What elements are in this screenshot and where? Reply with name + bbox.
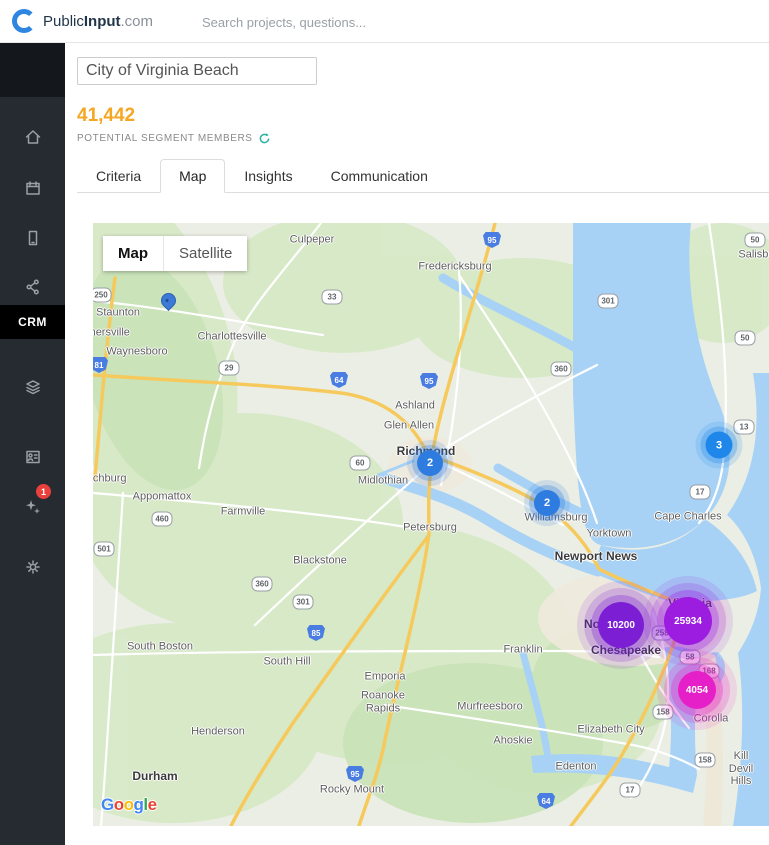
us-route-shield: 50: [735, 331, 756, 346]
us-route-shield: 301: [598, 294, 619, 309]
map-city-label: Yorktown: [587, 528, 632, 541]
tab-criteria[interactable]: Criteria: [77, 159, 160, 193]
segment-count-label: POTENTIAL SEGMENT MEMBERS: [77, 133, 253, 144]
sidebar-item-device[interactable]: [0, 221, 65, 255]
map-city-label: Durham: [132, 770, 177, 784]
tab-insights[interactable]: Insights: [225, 159, 311, 193]
calendar-icon: [24, 179, 42, 197]
map-city-label: shersville: [93, 327, 130, 340]
sidebar-top-block: [0, 42, 65, 97]
map-city-label: Edenton: [556, 761, 597, 774]
map-city-label: Rocky Mount: [320, 784, 384, 797]
map-city-label: Waynesboro: [106, 346, 167, 359]
map-cluster-marker[interactable]: 25934: [664, 597, 712, 645]
map-city-label: Cape Charles: [654, 511, 721, 524]
sidebar-item-crm[interactable]: CRM: [0, 305, 65, 339]
map-city-label: Franklin: [503, 644, 542, 657]
segment-count-label-row: POTENTIAL SEGMENT MEMBERS: [77, 132, 271, 145]
collection-icon: [24, 378, 42, 396]
sparkles-icon: [24, 498, 42, 516]
map-city-label: Appomattox: [133, 491, 192, 504]
map-city-label: South Hill: [263, 656, 310, 669]
app-root: PublicInput.com CRM 1 41,442 POTENTIAL SE…: [0, 0, 769, 845]
map-city-label: Fredericksburg: [418, 261, 491, 274]
gear-icon: [24, 558, 42, 576]
sidebar-item-sparkles[interactable]: 1: [0, 490, 65, 524]
map-city-label: Midlothian: [358, 475, 408, 488]
map-city-label: Ashland: [395, 400, 435, 413]
device-icon: [24, 229, 42, 247]
tab-communication[interactable]: Communication: [312, 159, 447, 193]
us-route-shield: 17: [690, 485, 711, 500]
us-route-shield: 58: [680, 650, 701, 665]
us-route-shield: 301: [293, 595, 314, 610]
map-city-label: Henderson: [191, 726, 245, 739]
map-city-label: Murfreesboro: [457, 701, 522, 714]
publicinput-logo-icon: [12, 9, 36, 33]
map-cluster-marker[interactable]: 3: [706, 432, 733, 459]
map-city-label: Culpeper: [290, 234, 335, 247]
satellite-view-button[interactable]: Satellite: [163, 236, 247, 271]
top-header: PublicInput.com: [0, 0, 769, 43]
map-city-label: Roanoke Rapids: [361, 689, 405, 714]
tab-bar: CriteriaMapInsightsCommunication: [77, 158, 769, 193]
us-route-shield: 360: [551, 362, 572, 377]
map-city-label: Staunton: [96, 307, 140, 320]
us-route-shield: 360: [252, 577, 273, 592]
map-city-label: Salisbury: [738, 249, 769, 262]
map-city-label: Glen Allen: [384, 420, 434, 433]
sidebar-item-collection[interactable]: [0, 370, 65, 404]
sidebar: CRM 1: [0, 42, 65, 845]
us-route-shield: 250: [93, 288, 112, 303]
map-city-label: Elizabeth City: [577, 724, 644, 737]
map-city-label: Ahoskie: [493, 735, 532, 748]
tab-map[interactable]: Map: [160, 159, 225, 193]
share-icon: [24, 278, 42, 296]
sidebar-item-calendar[interactable]: [0, 171, 65, 205]
us-route-shield: 158: [653, 705, 674, 720]
map-city-label: South Boston: [127, 641, 193, 654]
map-city-label: Blackstone: [293, 555, 347, 568]
google-logo[interactable]: Google: [101, 795, 157, 815]
map-cluster-marker[interactable]: 2: [534, 490, 560, 516]
publicinput-logo[interactable]: PublicInput.com: [12, 9, 153, 33]
us-route-shield: 50: [745, 233, 766, 248]
map-view-button[interactable]: Map: [103, 236, 163, 271]
global-search-input[interactable]: [200, 10, 464, 34]
contact-icon: [24, 448, 42, 466]
map-cluster-marker[interactable]: 10200: [598, 602, 644, 648]
us-route-shield: 501: [94, 542, 115, 557]
us-route-shield: 158: [695, 753, 716, 768]
home-icon: [24, 128, 42, 146]
map-city-label: Farmville: [221, 506, 266, 519]
map-city-label: Kill Devil Hills: [727, 750, 755, 788]
map-type-control: Map Satellite: [103, 236, 247, 271]
sidebar-item-gear[interactable]: [0, 550, 65, 584]
publicinput-logo-text: PublicInput.com: [43, 13, 153, 30]
sidebar-item-share[interactable]: [0, 270, 65, 304]
map-cluster-marker[interactable]: 4054: [678, 671, 716, 709]
map-canvas[interactable]: Map Satellite Google Culpeper Fredericksb…: [93, 223, 769, 826]
segment-count: 41,442: [77, 105, 135, 127]
map-city-label: Petersburg: [403, 522, 457, 535]
us-route-shield: 29: [219, 361, 240, 376]
map-city-label: Newport News: [555, 550, 638, 564]
notification-badge: 1: [36, 484, 51, 499]
us-route-shield: 60: [350, 456, 371, 471]
map-city-label: Lynchburg: [93, 473, 126, 486]
map-cluster-marker[interactable]: 2: [417, 450, 443, 476]
map-city-label: Corolla: [694, 713, 729, 726]
map-city-label: Williamsburg: [525, 512, 588, 525]
us-route-shield: 13: [734, 420, 755, 435]
us-route-shield: 33: [322, 290, 343, 305]
refresh-icon[interactable]: [258, 132, 271, 145]
map-city-label: Emporia: [365, 671, 406, 684]
us-route-shield: 17: [620, 783, 641, 798]
sidebar-item-home[interactable]: [0, 120, 65, 154]
us-route-shield: 460: [152, 512, 173, 527]
map-city-label: Charlottesville: [197, 331, 266, 344]
segment-name-input[interactable]: [77, 57, 317, 85]
sidebar-item-contact[interactable]: [0, 440, 65, 474]
